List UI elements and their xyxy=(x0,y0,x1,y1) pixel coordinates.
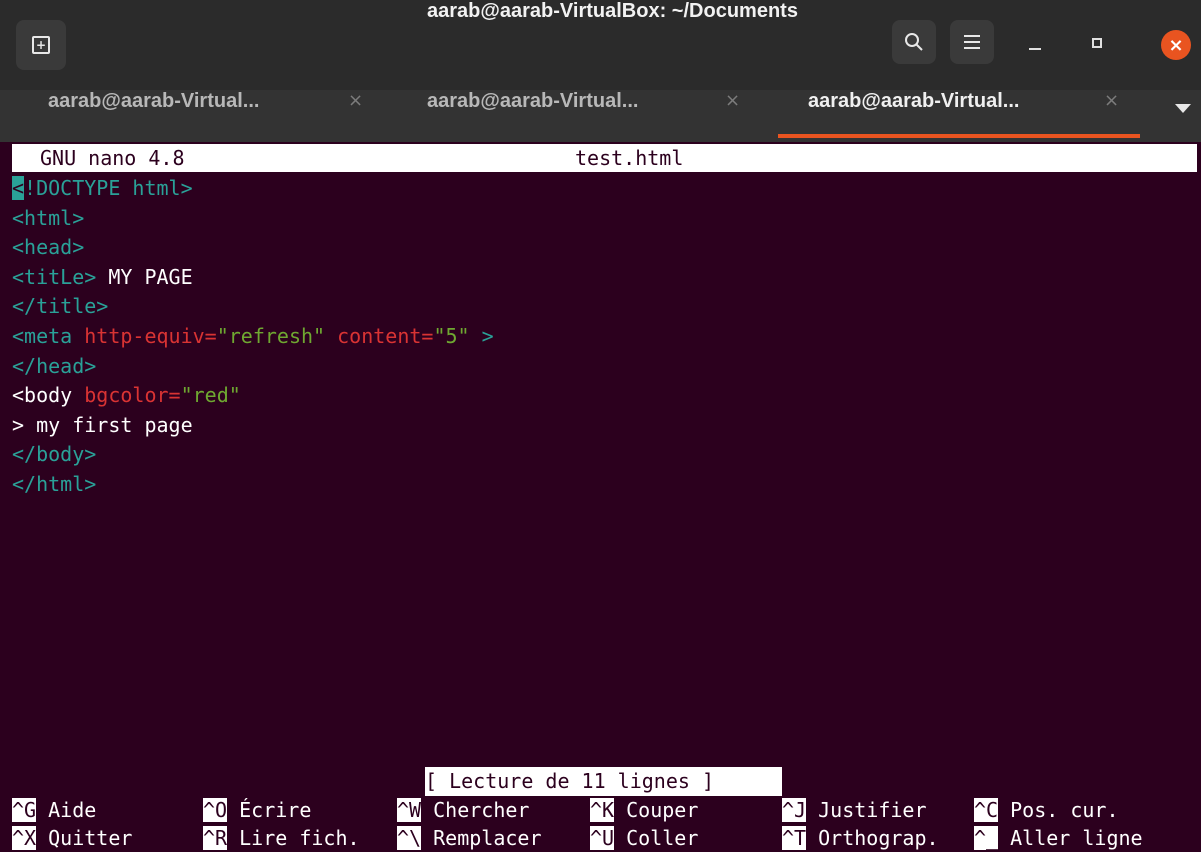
code-token: "5" xyxy=(433,324,470,348)
shortcut-item[interactable]: ^R Lire fich. xyxy=(203,824,360,852)
shortcut-item[interactable]: ^T Orthograp. xyxy=(782,824,939,852)
shortcut-label: Coller xyxy=(614,826,699,850)
nano-filename: test.html xyxy=(575,146,684,170)
shortcut-key: ^C xyxy=(974,798,999,822)
maximize-button[interactable] xyxy=(1080,26,1114,60)
shortcut-item[interactable]: ^U Coller xyxy=(590,824,698,852)
shortcut-item[interactable]: ^X Quitter xyxy=(12,824,132,852)
tab-2[interactable]: aarab@aarab-Virtual... × xyxy=(427,90,740,142)
tab-1[interactable]: aarab@aarab-Virtual... × xyxy=(48,90,363,142)
code-line: <body bgcolor="red" xyxy=(12,381,241,410)
shortcut-item[interactable]: ^\ Remplacer xyxy=(397,824,542,852)
code-token: <head> xyxy=(12,235,85,260)
shortcut-item[interactable]: ^_ Aller ligne xyxy=(974,824,1143,852)
shortcut-key: ^R xyxy=(203,826,228,850)
code-token: > xyxy=(469,324,494,348)
code-token: <html> xyxy=(12,205,85,230)
code-token: http-equiv= xyxy=(72,324,217,348)
shortcut-item[interactable]: ^J Justifier xyxy=(782,796,927,824)
shortcut-item[interactable]: ^G Aide xyxy=(12,796,96,824)
shortcut-label: Justifier xyxy=(806,798,927,822)
shortcut-item[interactable]: ^C Pos. cur. xyxy=(974,796,1119,824)
close-button[interactable]: × xyxy=(1161,30,1191,60)
code-token: </body> xyxy=(12,442,97,467)
nano-version: GNU nano 4.8 xyxy=(40,146,185,170)
active-tab-indicator xyxy=(778,134,1140,138)
shortcut-key: ^O xyxy=(203,798,228,822)
chevron-down-icon[interactable] xyxy=(1175,104,1191,113)
code-token: !DOCTYPE html> xyxy=(24,176,193,200)
shortcut-label: Aller ligne xyxy=(998,826,1143,850)
code-token: "red" xyxy=(180,383,241,408)
shortcut-label: Remplacer xyxy=(421,826,542,850)
shortcut-label: Aide xyxy=(36,798,97,822)
shortcut-label: Pos. cur. xyxy=(998,798,1119,822)
code-line: <!DOCTYPE html> xyxy=(12,174,193,203)
title-bar: + aarab@aarab-VirtualBox: ~/Documents × xyxy=(0,0,1201,90)
editor-area[interactable]: <!DOCTYPE html> <html> <head> <titLe> MY PA… xyxy=(12,174,1197,774)
code-token: <body xyxy=(12,383,73,408)
shortcut-key: ^J xyxy=(782,798,807,822)
code-line: <meta http-equiv="refresh" content="5" > xyxy=(12,322,494,351)
shortcut-key: ^K xyxy=(590,798,615,822)
shortcut-key: ^W xyxy=(397,798,422,822)
code-token: </html> xyxy=(12,472,97,496)
tab-close-icon[interactable]: × xyxy=(1104,90,1119,111)
code-token: "refresh" xyxy=(216,324,326,348)
code-token: MY PAGE xyxy=(96,264,193,289)
minimize-icon xyxy=(1029,48,1041,50)
code-line: <html> xyxy=(12,204,84,233)
code-line: </head> xyxy=(12,352,96,381)
tab-close-icon[interactable]: × xyxy=(725,90,740,111)
shortcut-label: Quitter xyxy=(36,826,133,850)
shortcut-key: ^\ xyxy=(397,826,422,850)
code-token: </head> xyxy=(12,353,97,378)
menu-button[interactable] xyxy=(950,20,994,64)
code-line: </title> xyxy=(12,292,108,321)
shortcut-key: ^X xyxy=(12,826,37,850)
tab-close-icon[interactable]: × xyxy=(348,90,363,111)
shortcut-item[interactable]: ^K Couper xyxy=(590,796,698,824)
close-icon: × xyxy=(1168,34,1184,56)
shortcut-label: Chercher xyxy=(421,798,530,822)
search-button[interactable] xyxy=(892,20,936,64)
text-cursor: < xyxy=(12,176,25,200)
tab-label: aarab@aarab-Virtual... xyxy=(48,90,260,112)
code-token: </title> xyxy=(12,294,109,319)
shortcut-key: ^U xyxy=(590,826,615,850)
tab-label: aarab@aarab-Virtual... xyxy=(427,90,639,112)
shortcut-key: ^G xyxy=(12,798,37,822)
shortcut-item[interactable]: ^O Écrire xyxy=(203,796,311,824)
shortcut-label: Couper xyxy=(614,798,699,822)
maximize-icon xyxy=(1092,38,1102,48)
shortcut-label: Écrire xyxy=(227,798,312,822)
code-line: <titLe> MY PAGE xyxy=(12,263,193,292)
shortcut-label: Orthograp. xyxy=(806,826,939,850)
nano-header: GNU nano 4.8 test.html xyxy=(12,144,1197,172)
code-token: > my first page xyxy=(12,412,193,437)
tab-3[interactable]: aarab@aarab-Virtual... × xyxy=(778,90,1140,142)
tab-bar: aarab@aarab-Virtual... × aarab@aarab-Vir… xyxy=(0,90,1201,142)
shortcut-key: ^T xyxy=(782,826,807,850)
code-line: </body> xyxy=(12,440,96,469)
tab-label: aarab@aarab-Virtual... xyxy=(808,90,1020,112)
minimize-button[interactable] xyxy=(1018,26,1052,60)
shortcut-item[interactable]: ^W Chercher xyxy=(397,796,529,824)
shortcut-key: ^_ xyxy=(974,826,999,850)
shortcut-label: Lire fich. xyxy=(227,826,360,850)
code-token: content= xyxy=(325,324,434,348)
code-line: </html> xyxy=(12,470,96,499)
shortcut-bar: ^G Aide ^O Écrire ^W Chercher ^K Couper ^J J… xyxy=(12,796,1197,852)
search-icon xyxy=(905,33,923,51)
hamburger-menu-icon xyxy=(964,35,980,49)
code-token: <titLe> xyxy=(12,264,97,289)
code-line: > my first page xyxy=(12,411,193,440)
status-message: [ Lecture de 11 lignes ] xyxy=(425,767,782,796)
code-token: <meta xyxy=(12,324,73,348)
code-token: bgcolor= xyxy=(72,383,181,408)
code-line: <head> xyxy=(12,233,84,262)
